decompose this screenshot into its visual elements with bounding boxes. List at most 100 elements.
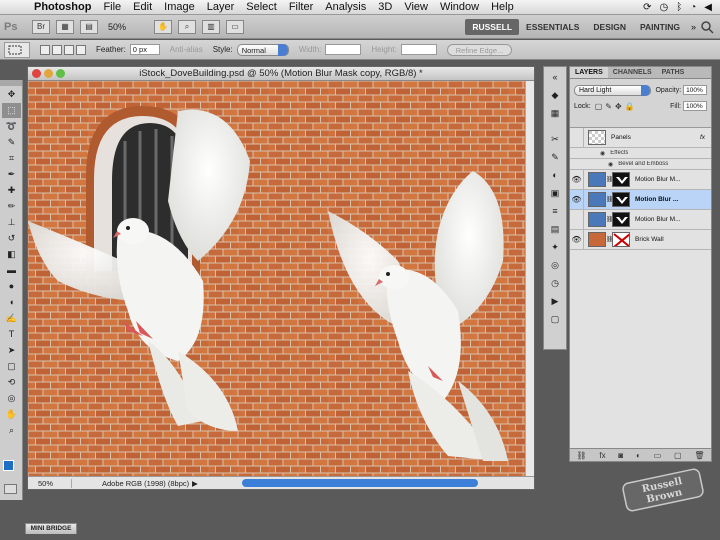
refine-edge-button[interactable]: Refine Edge... <box>446 43 513 56</box>
history-panel-icon[interactable]: ◷ <box>546 275 564 291</box>
sync-icon[interactable]: ⟳ <box>643 2 651 13</box>
type-icon[interactable]: T <box>2 327 21 342</box>
visibility-toggle[interactable] <box>570 127 584 148</box>
width-input[interactable] <box>325 44 362 55</box>
layer-row[interactable]: 👁 ⛓ Motion Blur M... <box>570 169 711 190</box>
menu-image[interactable]: Image <box>158 0 201 15</box>
layer-mask-thumbnail[interactable] <box>612 192 630 207</box>
eyedropper-icon[interactable]: ✒ <box>2 167 21 182</box>
quick-mask-icon[interactable] <box>4 484 17 494</box>
status-zoom-field[interactable]: 50% <box>28 478 72 488</box>
new-group-icon[interactable]: ▭ <box>654 449 662 461</box>
fx-icon[interactable]: fx <box>700 134 705 141</box>
visibility-eye-icon[interactable]: 👁 <box>570 189 584 210</box>
layer-effects-row[interactable]: ◉ Effects <box>570 148 711 159</box>
menu-window[interactable]: Window <box>434 0 485 15</box>
eraser-icon[interactable]: ◧ <box>2 247 21 262</box>
zoom-level-select[interactable]: 50% <box>108 20 148 34</box>
height-input[interactable] <box>400 44 437 55</box>
layer-effect-row[interactable]: ◉ Bevel and Emboss <box>570 159 711 170</box>
vertical-scrollbar[interactable] <box>525 81 534 477</box>
collapse-dock-icon[interactable]: « <box>546 69 564 85</box>
actions-panel-icon[interactable]: ▶ <box>546 293 564 309</box>
document-profile[interactable]: Adobe RGB (1998) (8bpc) <box>72 479 192 488</box>
gradient-icon[interactable]: ▬ <box>2 263 21 278</box>
workspace-more-icon[interactable]: » <box>691 22 696 32</box>
cs-live-icon[interactable] <box>700 20 716 34</box>
feather-input[interactable]: 0 px <box>129 44 160 55</box>
layer-row[interactable]: ⛓ Motion Blur M... <box>570 209 711 230</box>
clock-icon[interactable]: ◷ <box>660 2 669 13</box>
visibility-toggle[interactable] <box>570 209 584 230</box>
opacity-input[interactable]: 100% <box>683 85 707 95</box>
3d-orbit-icon[interactable]: ◎ <box>2 391 21 406</box>
add-style-icon[interactable]: fx <box>599 449 605 461</box>
style-select[interactable]: Normal <box>236 43 289 56</box>
dodge-icon[interactable]: ◖ <box>2 295 21 310</box>
color-panel-icon[interactable]: ◆ <box>546 87 564 103</box>
3d-rotate-icon[interactable]: ⟲ <box>2 375 21 390</box>
status-arrow-icon[interactable]: ▶ <box>192 479 198 488</box>
mini-bridge-icon[interactable]: ▦ <box>56 19 74 34</box>
brush-icon[interactable]: ✏ <box>2 199 21 214</box>
image-canvas[interactable] <box>28 81 526 477</box>
tab-channels[interactable]: CHANNELS <box>608 67 657 78</box>
menu-layer[interactable]: Layer <box>201 0 241 15</box>
workspace-essentials[interactable]: ESSENTIALS <box>519 19 586 35</box>
brush-panel-icon[interactable]: ✎ <box>546 149 564 165</box>
tab-layers[interactable]: LAYERS <box>570 67 608 78</box>
fill-input[interactable]: 100% <box>683 101 707 111</box>
adjustment-layer-icon[interactable]: ◐ <box>636 449 641 461</box>
marquee-icon[interactable]: ⬚ <box>2 103 21 118</box>
screen-mode-icon[interactable]: ▭ <box>226 19 244 34</box>
tools-panel-icon[interactable]: ✂ <box>546 131 564 147</box>
foreground-color-swatch[interactable] <box>3 460 14 471</box>
add-mask-icon[interactable]: ◙ <box>618 449 623 461</box>
mini-bridge-tab[interactable]: MINI BRIDGE <box>25 523 77 534</box>
move-icon[interactable]: ✥ <box>2 87 21 102</box>
workspace-design[interactable]: DESIGN <box>586 19 633 35</box>
menu-filter[interactable]: Filter <box>283 0 319 15</box>
paths-panel-icon[interactable]: ✦ <box>546 239 564 255</box>
blur-icon[interactable]: ● <box>2 279 21 294</box>
shape-icon[interactable]: ▢ <box>2 359 21 374</box>
bluetooth-icon[interactable]: ᛒ <box>676 2 682 13</box>
zoom-icon[interactable]: ⌕ <box>2 423 21 438</box>
menu-app[interactable]: Photoshop <box>28 0 97 15</box>
layer-row[interactable]: Panels fx <box>570 127 711 148</box>
adjustments-panel-icon[interactable]: ◐ <box>546 167 564 183</box>
menu-view[interactable]: View <box>398 0 434 15</box>
blend-mode-select[interactable]: Hard Light <box>574 84 652 96</box>
link-layers-icon[interactable]: ⛓ <box>576 449 586 461</box>
layer-row-selected[interactable]: 👁 ⛓ Motion Blur ... <box>570 189 711 210</box>
workspace-russell[interactable]: RUSSELL <box>465 18 520 35</box>
quick-select-icon[interactable]: ✎ <box>2 135 21 150</box>
menu-select[interactable]: Select <box>240 0 283 15</box>
hand-tool-icon[interactable]: ✋ <box>154 19 172 34</box>
menu-analysis[interactable]: Analysis <box>319 0 372 15</box>
stamp-icon[interactable]: ⊥ <box>2 215 21 230</box>
tool-preset-picker[interactable] <box>4 41 30 58</box>
menu-3d[interactable]: 3D <box>372 0 398 15</box>
toolbar-grip[interactable] <box>0 80 22 86</box>
view-extras-icon[interactable]: ▤ <box>80 19 98 34</box>
horizontal-scrollbar[interactable] <box>241 479 478 487</box>
channels-panel-icon[interactable]: ▤ <box>546 221 564 237</box>
effect-eye-icon[interactable]: ◉ <box>608 161 613 168</box>
new-layer-icon[interactable]: ▢ <box>674 449 682 461</box>
bridge-icon[interactable]: Br <box>32 19 50 34</box>
notes-panel-icon[interactable]: ▢ <box>546 311 564 327</box>
delete-layer-icon[interactable]: 🗑 <box>694 449 704 461</box>
history-brush-icon[interactable]: ↺ <box>2 231 21 246</box>
visibility-eye-icon[interactable]: 👁 <box>570 169 584 190</box>
tab-paths[interactable]: PATHS <box>657 67 690 78</box>
layer-mask-thumbnail[interactable] <box>612 232 630 247</box>
menu-help[interactable]: Help <box>485 0 520 15</box>
workspace-painting[interactable]: PAINTING <box>633 19 687 35</box>
layers-panel-icon[interactable]: ≡ <box>546 203 564 219</box>
masks-panel-icon[interactable]: ▣ <box>546 185 564 201</box>
volume-icon[interactable]: ◀ <box>704 2 712 13</box>
add-selection-icon[interactable] <box>52 44 62 55</box>
layer-mask-thumbnail[interactable] <box>612 212 630 227</box>
layer-row[interactable]: 👁 ⛓ Brick Wall <box>570 229 711 250</box>
